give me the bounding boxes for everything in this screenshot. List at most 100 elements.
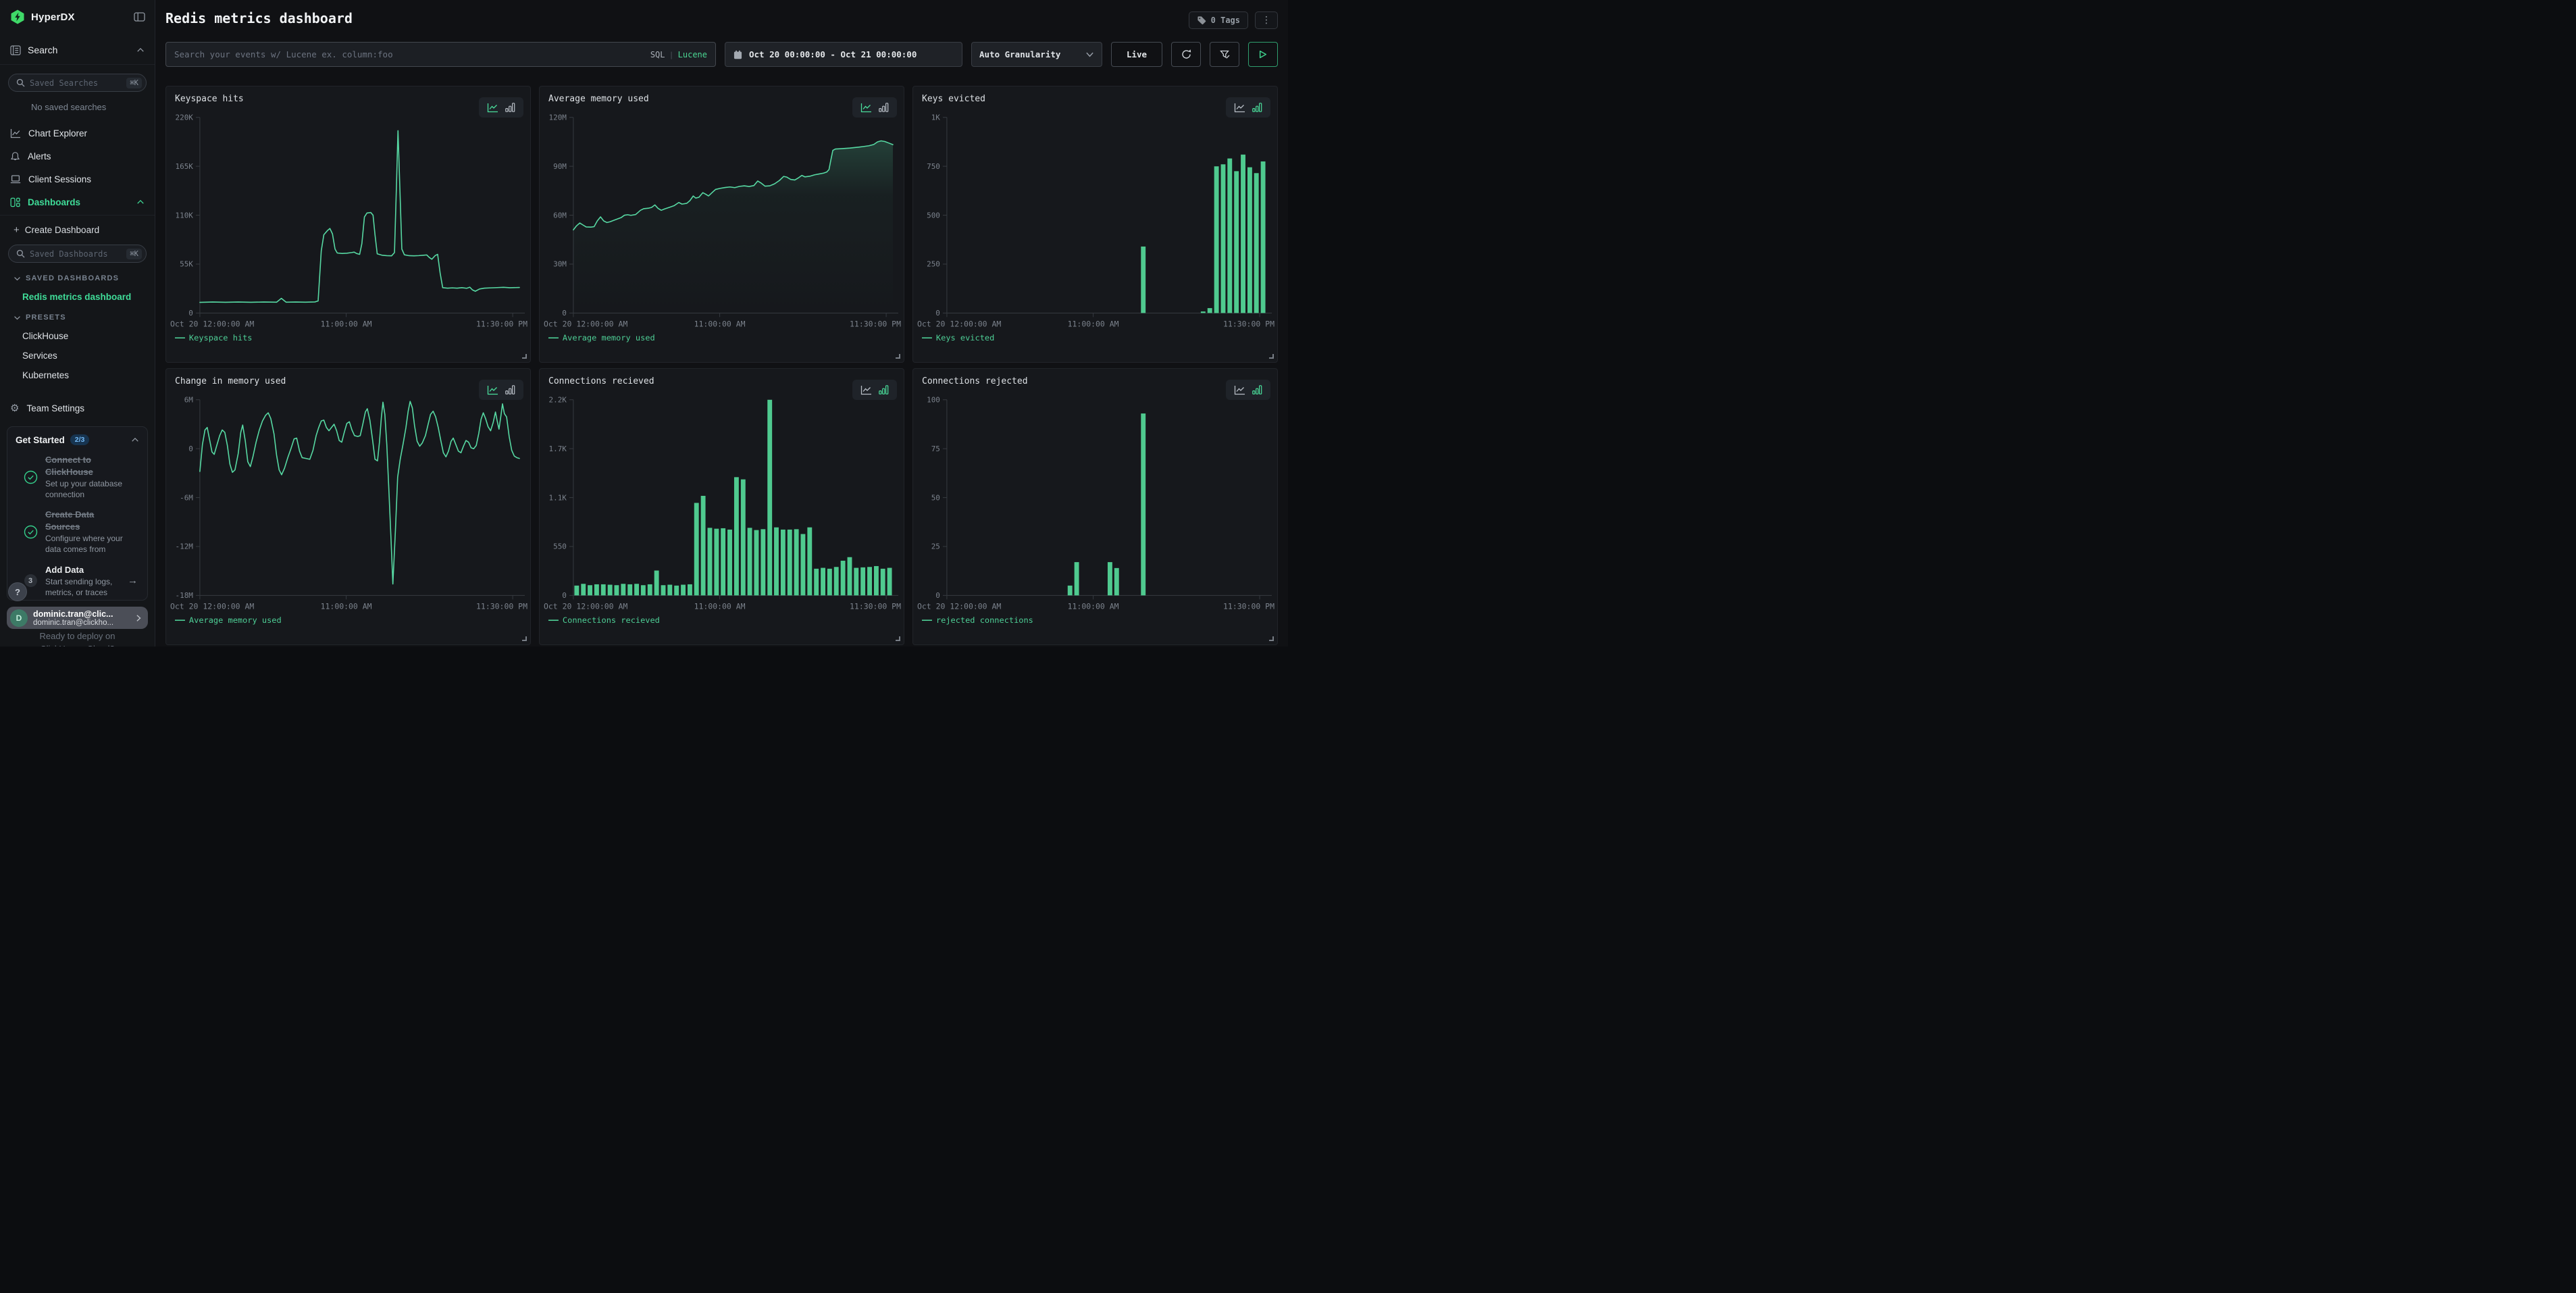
sidebar-item-team-settings[interactable]: ⚙ Team Settings (10, 403, 155, 413)
run-query-button[interactable] (1248, 42, 1278, 67)
user-profile-chip[interactable]: D dominic.tran@clic... dominic.tran@clic… (7, 607, 148, 629)
svg-text:11:00:00 AM: 11:00:00 AM (1068, 319, 1119, 328)
sidebar-item-dashboards[interactable]: Dashboards (0, 191, 155, 213)
date-range-value: Oct 20 00:00:00 - Oct 21 00:00:00 (749, 49, 917, 59)
resize-handle-icon[interactable] (522, 354, 527, 359)
svg-text:11:30:00 PM: 11:30:00 PM (1223, 319, 1274, 328)
bar-chart-icon[interactable] (1252, 103, 1262, 112)
presets-section-header[interactable]: PRESETS (14, 313, 155, 322)
sidebar-item-chart-explorer[interactable]: Chart Explorer (0, 122, 155, 145)
sidebar-item-kubernetes[interactable]: Kubernetes (22, 370, 155, 380)
chart-type-toggle[interactable] (1226, 380, 1270, 400)
bar-chart-icon[interactable] (1252, 385, 1262, 395)
event-search-input[interactable] (174, 49, 645, 59)
arrow-right-icon[interactable]: → (128, 575, 139, 586)
saved-dashboards-section-header[interactable]: SAVED DASHBOARDS (14, 274, 155, 282)
chart-plot: 0255075100Oct 20 12:00:00 AM11:00:00 AM1… (913, 369, 1277, 644)
collapse-sidebar-icon[interactable] (134, 11, 145, 22)
chart-type-toggle[interactable] (1226, 97, 1270, 118)
tag-icon (1197, 16, 1206, 25)
line-chart-icon[interactable] (487, 385, 498, 395)
svg-text:0: 0 (188, 445, 193, 453)
chart-type-toggle[interactable] (479, 97, 523, 118)
get-started-header[interactable]: Get Started 2/3 (16, 434, 139, 445)
sidebar-item-services[interactable]: Services (22, 351, 155, 361)
sidebar-item-client-sessions[interactable]: Client Sessions (0, 168, 155, 191)
main-content: Redis metrics dashboard 0 Tags ⋮ SQL | L… (155, 0, 1288, 646)
resize-handle-icon[interactable] (1269, 636, 1274, 641)
chart-card-keyspace-hits: Keyspace hits 055K110K165K220KOct 20 12:… (165, 86, 531, 363)
chart-card-connections-rejected: Connections rejected 0255075100Oct 20 12… (912, 368, 1278, 645)
resize-handle-icon[interactable] (896, 354, 900, 359)
chart-title: Average memory used (548, 94, 649, 104)
laptop-icon (10, 174, 21, 184)
step-desc: Set up your database connection (45, 479, 130, 500)
chart-type-toggle[interactable] (852, 97, 897, 118)
chart-type-toggle[interactable] (479, 380, 523, 400)
chevron-up-icon[interactable] (136, 198, 145, 206)
svg-text:100: 100 (927, 396, 940, 405)
saved-searches-field[interactable] (30, 78, 122, 88)
svg-text:500: 500 (927, 211, 940, 220)
create-dashboard-button[interactable]: + Create Dashboard (14, 224, 155, 236)
sidebar-item-alerts[interactable]: Alerts (0, 145, 155, 168)
refresh-button[interactable] (1171, 42, 1201, 67)
bar-chart-icon[interactable] (505, 103, 515, 112)
bar-chart-icon[interactable] (505, 385, 515, 395)
sql-toggle[interactable]: SQL (650, 50, 665, 59)
bell-icon (10, 151, 20, 161)
bar-chart-icon[interactable] (879, 103, 889, 112)
line-chart-icon[interactable] (1234, 103, 1245, 113)
chart-title: Keyspace hits (175, 94, 244, 104)
svg-text:75: 75 (931, 445, 940, 453)
chart-type-toggle[interactable] (852, 380, 897, 400)
svg-text:30M: 30M (553, 260, 567, 269)
line-chart-icon[interactable] (860, 385, 872, 395)
saved-dashboards-input[interactable]: ⌘K (8, 245, 147, 263)
search-icon (16, 78, 25, 87)
chevron-up-icon[interactable] (131, 436, 139, 444)
sidebar-item-search[interactable]: Search (0, 45, 155, 65)
divider (0, 215, 155, 216)
svg-text:0: 0 (935, 309, 940, 318)
tags-button[interactable]: 0 Tags (1189, 11, 1248, 29)
sidebar-item-label: Chart Explorer (28, 128, 145, 138)
step-desc: Start sending logs, metrics, or traces (45, 577, 128, 598)
resize-handle-icon[interactable] (1269, 354, 1274, 359)
event-search-box[interactable]: SQL | Lucene (165, 42, 716, 67)
get-started-step-connect[interactable]: Connect to ClickHouse Set up your databa… (16, 454, 139, 500)
chart-plot: 02505007501KOct 20 12:00:00 AM11:00:00 A… (913, 86, 1277, 362)
sidebar-item-clickhouse[interactable]: ClickHouse (22, 331, 155, 341)
play-icon (1259, 50, 1267, 59)
line-chart-icon[interactable] (860, 103, 872, 113)
granularity-select[interactable]: Auto Granularity (971, 42, 1102, 67)
toolbar: SQL | Lucene Oct 20 00:00:00 - Oct 21 00… (165, 42, 1278, 67)
svg-text:-6M: -6M (180, 493, 193, 502)
filter-button[interactable] (1210, 42, 1239, 67)
saved-searches-input[interactable]: ⌘K (8, 74, 147, 92)
line-chart-icon[interactable] (487, 103, 498, 113)
svg-text:11:30:00 PM: 11:30:00 PM (850, 601, 901, 611)
saved-dashboards-field[interactable] (30, 249, 122, 259)
date-range-picker[interactable]: Oct 20 00:00:00 - Oct 21 00:00:00 (725, 42, 962, 67)
help-button[interactable]: ? (8, 582, 27, 601)
get-started-step-datasources[interactable]: Create Data Sources Configure where your… (16, 509, 139, 555)
more-menu-button[interactable]: ⋮ (1255, 11, 1278, 29)
step-desc: Configure where your data comes from (45, 534, 130, 555)
resize-handle-icon[interactable] (896, 636, 900, 641)
line-chart-icon[interactable] (1234, 385, 1245, 395)
resize-handle-icon[interactable] (522, 636, 527, 641)
live-button[interactable]: Live (1111, 42, 1162, 67)
section-header-label: PRESETS (26, 313, 66, 322)
sidebar-item-redis-dashboard[interactable]: Redis metrics dashboard (22, 292, 155, 302)
svg-text:Oct 20 12:00:00 AM: Oct 20 12:00:00 AM (544, 319, 627, 328)
chevron-up-icon[interactable] (136, 46, 145, 54)
svg-text:250: 250 (927, 260, 940, 269)
lucene-toggle[interactable]: Lucene (678, 50, 707, 59)
bar-chart-icon[interactable] (879, 385, 889, 395)
svg-text:90M: 90M (553, 162, 567, 171)
get-started-step-add-data[interactable]: 3 Add Data Start sending logs, metrics, … (16, 564, 139, 599)
chart-plot: 055K110K165K220KOct 20 12:00:00 AM11:00:… (166, 86, 530, 362)
hyperdx-logo-icon (10, 9, 25, 24)
svg-text:0: 0 (935, 591, 940, 600)
